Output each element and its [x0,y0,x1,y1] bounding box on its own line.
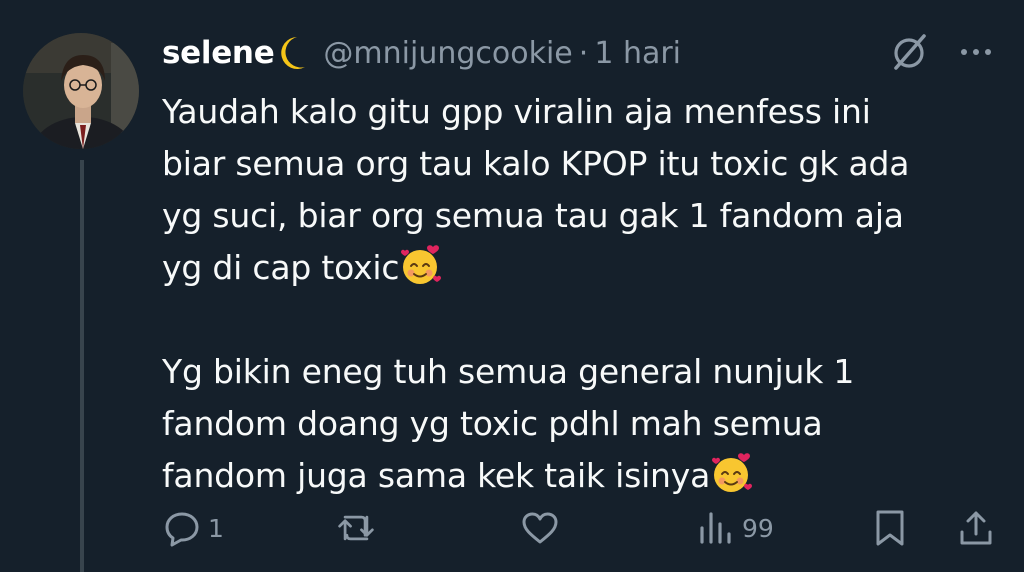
retweet-icon [338,515,374,541]
reply-count: 1 [208,513,224,543]
tweet-line: yg suci, biar org semua tau gak 1 fandom… [162,196,904,235]
tweet-line-with-emoji: fandom juga sama kek taik isinya [162,450,992,502]
tweet-text: Yaudah kalo gitu gpp viralin aja menfess… [162,86,992,502]
tweet-line: Yg bikin eneg tuh semua general nunjuk 1 [162,352,855,391]
tweet-actions: 1 99 [0,498,1024,558]
tweet-line-with-emoji: yg di cap toxic [162,242,992,294]
like-button[interactable] [520,504,566,552]
reply-button[interactable]: 1 [162,504,224,552]
views-button[interactable]: 99 [696,504,774,552]
tweet-line: fandom doang yg toxic pdhl mah semua [162,404,823,443]
bookmark-button[interactable] [870,504,910,552]
share-icon [960,511,992,545]
views-count: 99 [742,513,774,543]
crescent-moon-icon [281,37,306,69]
avatar[interactable] [23,33,139,149]
more-options-icon[interactable] [956,30,996,74]
separator-dot: · [578,35,589,71]
author-handle[interactable]: @mnijungcookie [323,36,572,71]
tweet-time[interactable]: 1 hari [594,36,681,71]
smiling-face-with-hearts-icon [401,245,442,284]
tweet-card[interactable]: selene @mnijungcookie · 1 hari Yaudah ka… [0,0,1024,572]
retweet-button[interactable] [336,504,382,552]
grok-icon[interactable] [888,30,932,74]
reply-icon [165,512,199,547]
tweet-line: Yaudah kalo gitu gpp viralin aja menfess… [162,92,871,131]
avatar-photo [23,33,139,149]
tweet-line-text: fandom juga sama kek taik isinya [162,456,711,495]
smiling-face-with-hearts-icon [712,453,753,492]
author-name[interactable]: selene [162,35,275,71]
bookmark-icon [876,510,904,546]
heart-icon [522,512,558,544]
share-button[interactable] [956,504,996,552]
analytics-icon [700,512,731,544]
tweet-header: selene @mnijungcookie · 1 hari [162,28,681,78]
tweet-line-text: yg di cap toxic [162,248,400,287]
tweet-line: biar semua org tau kalo KPOP itu toxic g… [162,144,910,183]
